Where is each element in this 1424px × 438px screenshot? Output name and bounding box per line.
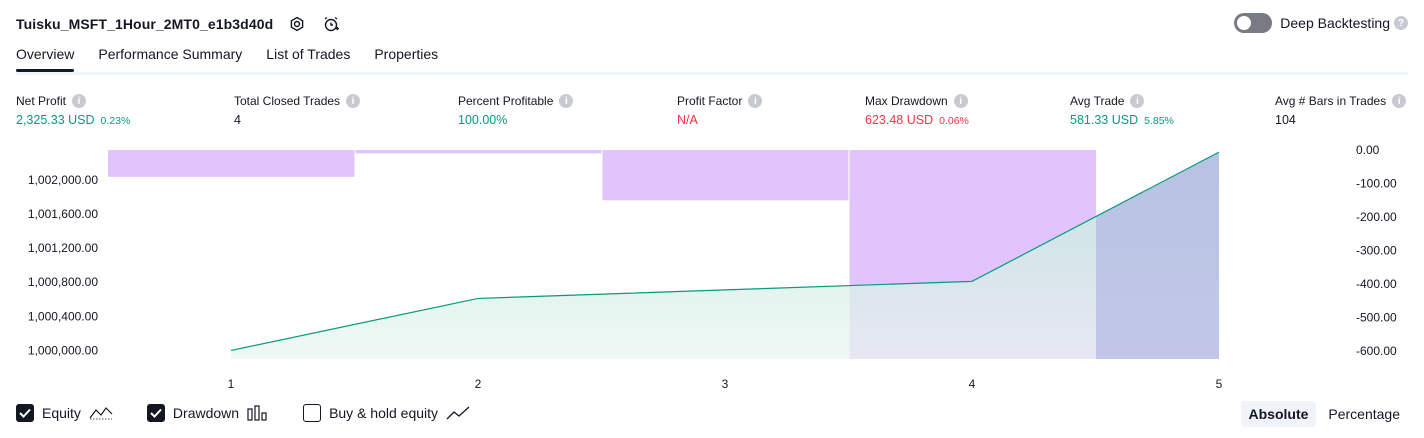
left-axis-tick-label: 1,000,800.00: [28, 275, 98, 289]
drawdown-bar: [355, 150, 602, 154]
legend-drawdown[interactable]: Drawdown: [146, 404, 269, 422]
report-tabs: Overview Performance Summary List of Tra…: [16, 46, 462, 72]
metric-label: Net Profit: [16, 94, 67, 108]
right-axis-tick-label: 0.00: [1356, 143, 1380, 157]
deep-backtesting: Deep Backtesting ?: [1234, 13, 1408, 33]
metric-percent: 5.85%: [1144, 115, 1174, 127]
tab-list-of-trades[interactable]: List of Trades: [266, 46, 350, 72]
info-icon[interactable]: i: [72, 94, 87, 108]
metric-label: Avg Trade: [1070, 94, 1125, 108]
tab-overview[interactable]: Overview: [16, 46, 75, 72]
left-axis-tick-label: 1,001,600.00: [28, 207, 98, 221]
x-axis-tick-label: 3: [722, 377, 729, 391]
legend-label: Buy & hold equity: [329, 405, 439, 421]
metric-label: Avg # Bars in Trades: [1275, 94, 1387, 108]
equity-checkbox[interactable]: [16, 404, 34, 422]
metric-value: 581.33 USD: [1070, 113, 1139, 127]
info-icon[interactable]: i: [1130, 94, 1145, 108]
tab-performance-summary[interactable]: Performance Summary: [98, 46, 242, 72]
metric-avg-bars: Avg # Bars in Trades i 104: [1275, 94, 1407, 127]
right-axis-tick-label: -600.00: [1356, 344, 1397, 358]
metric-value: 2,325.33 USD: [16, 113, 95, 127]
chart-legend: Equity Drawdown Buy & hold equity: [16, 404, 504, 422]
legend-equity[interactable]: Equity: [16, 404, 113, 422]
right-axis-tick-label: -300.00: [1356, 244, 1397, 258]
equity-drawdown-chart: 1,000,000.00 1,000,400.00 1,000,800.00 1,00…: [28, 143, 1397, 391]
metric-percent: 0.06%: [939, 115, 969, 127]
metric-value: 623.48 USD: [865, 113, 934, 127]
metric-total-closed-trades: Total Closed Trades i 4: [234, 94, 361, 127]
metric-profit-factor: Profit Factor i N/A: [677, 94, 763, 127]
percentage-button[interactable]: Percentage: [1320, 401, 1408, 427]
info-icon[interactable]: i: [1392, 94, 1407, 108]
metric-percent-profitable: Percent Profitable i 100.00%: [458, 94, 574, 127]
overlap-area: [1096, 152, 1219, 359]
help-icon[interactable]: ?: [1394, 16, 1408, 30]
strategy-header: Tuisku_MSFT_1Hour_2MT0_e1b3d40d: [16, 12, 341, 36]
right-axis-tick-label: -100.00: [1356, 177, 1397, 191]
add-alert-icon[interactable]: [321, 14, 341, 34]
tab-properties[interactable]: Properties: [374, 46, 438, 72]
deep-backtesting-toggle[interactable]: [1234, 13, 1273, 33]
metric-value: 100.00%: [458, 113, 508, 127]
x-axis-tick-label: 1: [228, 377, 235, 391]
legend-label: Drawdown: [172, 405, 240, 421]
strategy-title: Tuisku_MSFT_1Hour_2MT0_e1b3d40d: [16, 16, 274, 32]
left-axis-tick-label: 1,002,000.00: [28, 173, 98, 187]
right-axis-tick-label: -400.00: [1356, 277, 1397, 291]
scale-mode-switch: Absolute Percentage: [1237, 401, 1409, 427]
left-axis-tick-label: 1,000,000.00: [28, 343, 98, 357]
metric-avg-trade: Avg Trade i 581.33 USD 5.85%: [1070, 94, 1174, 127]
tabs-divider: [16, 72, 1408, 75]
metric-value: 4: [234, 113, 241, 127]
buy-hold-checkbox[interactable]: [303, 404, 322, 422]
left-axis-tick-label: 1,001,200.00: [28, 241, 98, 255]
info-icon[interactable]: i: [559, 94, 574, 108]
metric-percent: 0.23%: [100, 115, 131, 127]
drawdown-bars-icon: [247, 405, 269, 421]
x-axis-tick-label: 4: [969, 377, 976, 391]
metric-label: Percent Profitable: [458, 94, 554, 108]
right-axis-tick-label: -500.00: [1356, 311, 1397, 325]
x-axis-tick-label: 5: [1216, 377, 1223, 391]
metric-net-profit: Net Profit i 2,325.33 USD 0.23%: [16, 94, 130, 127]
metric-max-drawdown: Max Drawdown i 623.48 USD 0.06%: [865, 94, 969, 127]
drawdown-bar: [602, 150, 849, 201]
x-axis-tick-label: 2: [475, 377, 482, 391]
deep-backtesting-label: Deep Backtesting: [1280, 15, 1390, 31]
absolute-button[interactable]: Absolute: [1240, 401, 1317, 427]
buy-hold-line-icon: [446, 405, 470, 421]
left-axis-tick-label: 1,000,400.00: [28, 309, 98, 323]
metric-label: Max Drawdown: [865, 94, 948, 108]
info-icon[interactable]: i: [953, 94, 968, 108]
legend-label: Equity: [42, 405, 81, 421]
metric-value: N/A: [677, 113, 698, 127]
settings-icon[interactable]: [287, 14, 307, 34]
info-icon[interactable]: i: [346, 94, 361, 108]
legend-buy-hold[interactable]: Buy & hold equity: [303, 404, 470, 422]
drawdown-bar: [108, 150, 355, 177]
drawdown-checkbox[interactable]: [146, 404, 165, 422]
metric-value: 104: [1275, 113, 1296, 127]
metric-label: Total Closed Trades: [234, 94, 341, 108]
metric-label: Profit Factor: [677, 94, 743, 108]
summary-metrics: Net Profit i 2,325.33 USD 0.23% Total Clos…: [16, 94, 1408, 134]
right-axis-tick-label: -200.00: [1356, 210, 1397, 224]
equity-line-icon: [89, 405, 113, 421]
info-icon[interactable]: i: [748, 94, 763, 108]
